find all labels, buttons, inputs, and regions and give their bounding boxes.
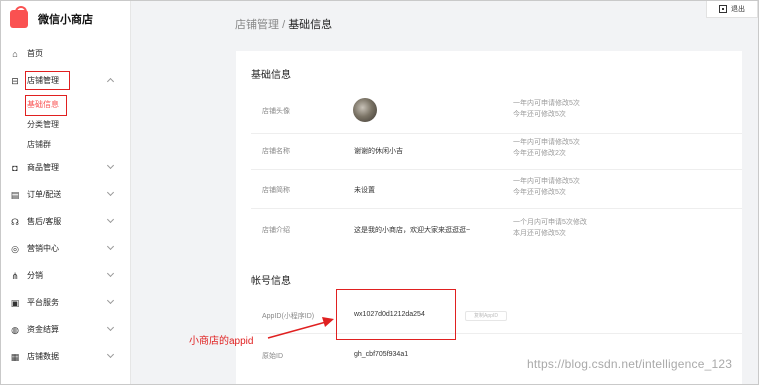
sidebar-subitem-label: 分类管理 [27,119,59,129]
appid-highlight-box [336,289,456,340]
original-id-value: gh_cbf705f934a1 [354,351,409,358]
divider [251,133,742,134]
shop-short-name-note-line2: 今年还可修改5次 [513,189,566,196]
shop-intro-value: 这是我的小商店，欢迎大家来逛逛逛~ [354,227,471,234]
sidebar-item-label: 商品管理 [27,163,59,172]
sidebar-item-products[interactable]: ◘ 商品管理 [0,154,131,181]
sidebar-item-aftersale[interactable]: ☊ 售后/客服 [0,208,131,235]
shop-bag-logo-icon [10,6,28,28]
qrcode-icon [719,5,727,13]
sidebar-item-shop-data[interactable]: ▦ 店铺数据 [0,343,131,370]
sidebar-item-label: 平台服务 [27,298,59,307]
sidebar-item-label: 分销 [27,271,43,280]
sidebar-subitem-category[interactable]: 分类管理 [0,114,131,134]
sidebar-item-home[interactable]: ⌂ 首页 [0,40,131,67]
bag-icon: ◘ [12,162,18,173]
divider [251,208,742,209]
avatar-label: 店铺头像 [262,108,290,115]
shop-intro-note-line1: 一个月内可申请5次修改 [513,219,587,226]
home-icon: ⌂ [12,48,18,59]
sidebar-item-label: 售后/客服 [27,217,62,226]
avatar-note-line1: 一年内可申请修改5次 [513,100,580,107]
avatar-note-line2: 今年还可修改5次 [513,111,566,118]
shop-short-name-note: 一年内可申请修改5次 今年还可修改5次 [513,176,580,198]
headset-icon: ☊ [11,216,19,227]
sidebar-subitem-shop-group[interactable]: 店铺群 [0,134,131,154]
share-icon: ⋔ [11,270,19,281]
shop-intro-note: 一个月内可申请5次修改 本月还可修改5次 [513,217,587,239]
sidebar: 微信小商店 ⌂ 首页 ⊟ 店铺管理 基础信息 分类管理 店铺群 ◘ 商品管理 ▤… [0,0,131,385]
chevron-down-icon [106,296,115,305]
sidebar-item-label: 订单/配送 [27,190,62,199]
chevron-up-icon [106,77,115,86]
appid-label: AppID(小程序ID) [262,313,315,320]
chevron-down-icon [106,350,115,359]
shop-name-value: 谢谢的休闲小吉 [354,148,403,155]
shop-short-name-note-line1: 一年内可申请修改5次 [513,178,580,185]
exit-button[interactable]: 退出 [706,0,758,18]
chart-icon: ▦ [10,351,20,362]
target-icon: ◎ [11,243,19,254]
sidebar-subitem-label: 店铺群 [27,139,51,149]
shop-short-name-value: 未设置 [354,187,375,194]
watermark: https://blog.csdn.net/intelligence_123 [527,357,733,371]
chevron-down-icon [106,188,115,197]
shop-intro-note-line2: 本月还可修改5次 [513,230,566,237]
chevron-down-icon [106,323,115,332]
basic-info-title: 基础信息 [251,70,291,81]
sidebar-item-label: 店铺数据 [27,352,59,361]
divider [251,169,742,170]
divider [251,333,742,334]
sidebar-item-orders[interactable]: ▤ 订单/配送 [0,181,131,208]
copy-appid-button[interactable]: 复制AppID [465,311,507,321]
highlight-box-basic-info [25,95,67,116]
money-icon: ◍ [11,324,19,335]
sidebar-item-label: 首页 [27,49,43,58]
shop-name-note-line1: 一年内可申请修改5次 [513,139,580,146]
avatar-note: 一年内可申请修改5次 今年还可修改5次 [513,98,580,120]
sidebar-item-distribution[interactable]: ⋔ 分销 [0,262,131,289]
breadcrumb: 店铺管理 / 基础信息 [235,16,332,32]
sidebar-item-label: 资金结算 [27,325,59,334]
shop-intro-label: 店铺介绍 [262,227,290,234]
shop-short-name-label: 店铺简称 [262,187,290,194]
sidebar-item-platform-services[interactable]: ▣ 平台服务 [0,289,131,316]
app-name: 微信小商店 [38,14,93,26]
breadcrumb-separator: / [282,19,286,31]
breadcrumb-parent[interactable]: 店铺管理 [235,19,279,31]
chevron-down-icon [106,269,115,278]
chevron-down-icon [106,161,115,170]
annotation-label: 小商店的appid [189,336,254,347]
service-icon: ▣ [10,297,20,308]
account-info-title: 帐号信息 [251,276,291,287]
order-icon: ▤ [10,189,20,200]
topbar: 店铺管理 / 基础信息 退出 [132,0,759,44]
shop-name-label: 店铺名称 [262,148,290,155]
sidebar-item-label: 营销中心 [27,244,59,253]
original-id-label: 原始ID [262,353,283,360]
breadcrumb-current: 基础信息 [288,19,333,31]
info-card: 基础信息 店铺头像 一年内可申请修改5次 今年还可修改5次 店铺名称 谢谢的休闲… [236,51,742,385]
exit-label: 退出 [731,6,745,13]
chevron-down-icon [106,242,115,251]
shop-name-note: 一年内可申请修改5次 今年还可修改2次 [513,137,580,159]
sidebar-item-marketing[interactable]: ◎ 营销中心 [0,235,131,262]
chevron-down-icon [106,215,115,224]
logo[interactable]: 微信小商店 [10,6,93,28]
highlight-box-shop-management [25,71,70,90]
shop-name-note-line2: 今年还可修改2次 [513,150,566,157]
shop-icon: ⊟ [11,75,19,86]
sidebar-item-settlement[interactable]: ◍ 资金结算 [0,316,131,343]
shop-avatar[interactable] [353,98,377,122]
